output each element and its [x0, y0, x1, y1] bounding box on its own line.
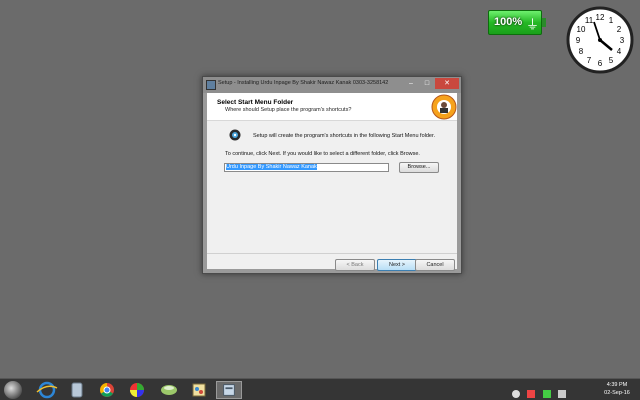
back-button[interactable]: < Back [335, 259, 375, 271]
tray-arrow-icon[interactable] [512, 390, 520, 398]
tray-security-icon[interactable] [527, 390, 536, 398]
clock-number: 8 [579, 47, 584, 56]
tray-network-icon[interactable] [558, 390, 567, 398]
setup-app-icon [206, 80, 216, 90]
internet-explorer-icon[interactable] [34, 381, 60, 399]
setup-taskbar-icon[interactable] [216, 381, 242, 399]
clock-number: 2 [617, 25, 622, 34]
clock-number: 4 [617, 47, 622, 56]
clock-number: 12 [596, 13, 605, 22]
tray-app-icon[interactable] [542, 390, 551, 398]
continue-text: To continue, click Next. If you would li… [225, 151, 420, 157]
battery-percent: 100% [494, 16, 523, 28]
system-tray [512, 385, 582, 398]
maximize-button[interactable]: □ [419, 78, 435, 89]
taskbar: 4:39 PM 02-Sep-16 [0, 378, 640, 400]
dialog-titlebar[interactable]: Setup - Installing Urdu Inpage By Shakir… [203, 77, 461, 93]
file-explorer-icon[interactable] [64, 381, 90, 399]
clock-number: 6 [598, 59, 603, 68]
minimize-button[interactable]: – [403, 78, 419, 89]
folder-input-value: Urdu Inpage By Shakir Nawaz Kanak [226, 164, 317, 170]
clock-number: 10 [577, 25, 586, 34]
clock-number: 9 [576, 36, 581, 45]
battery-gadget: 100% ⏚ [488, 10, 546, 35]
wizard-footer: < Back Next > Cancel [207, 253, 457, 271]
taskbar-date: 02-Sep-16 [604, 390, 630, 396]
clock-number: 5 [609, 56, 614, 65]
battery-tip [542, 18, 546, 27]
cancel-button[interactable]: Cancel [415, 259, 455, 271]
wizard-heading: Select Start Menu Folder [217, 99, 294, 106]
dialog-title: Setup - Installing Urdu Inpage By Shakir… [218, 80, 389, 86]
browse-button[interactable]: Browse... [399, 162, 439, 173]
clock-number: 3 [620, 36, 625, 45]
paint-icon[interactable] [186, 381, 212, 399]
clock-number: 7 [587, 56, 592, 65]
media-icon[interactable] [124, 381, 150, 399]
dialog-client: Select Start Menu Folder Where should Se… [207, 93, 457, 271]
taskbar-time: 4:39 PM [606, 382, 628, 388]
clock-number: 1 [609, 16, 614, 25]
taskbar-clock[interactable]: 4:39 PM 02-Sep-16 [600, 381, 634, 397]
clock-center [598, 38, 602, 42]
power-plug-icon: ⏚ [526, 17, 540, 32]
clock-gadget: 12 1 2 3 4 5 6 7 8 9 10 11 [566, 6, 634, 74]
setup-dialog: Setup - Installing Urdu Inpage By Shakir… [202, 76, 462, 274]
chrome-icon[interactable] [94, 381, 120, 399]
installer-logo-icon [431, 94, 457, 120]
app-icon[interactable] [156, 381, 182, 399]
wizard-header: Select Start Menu Folder Where should Se… [207, 93, 457, 121]
start-menu-folder-input[interactable]: Urdu Inpage By Shakir Nawaz Kanak [224, 163, 389, 172]
intro-text: Setup will create the program's shortcut… [253, 133, 436, 139]
start-menu-folder-icon [229, 129, 241, 141]
next-button[interactable]: Next > [377, 259, 417, 271]
wizard-subheading: Where should Setup place the program's s… [225, 107, 352, 113]
clock-number: 11 [585, 16, 594, 25]
close-button[interactable]: ✕ [435, 78, 459, 89]
start-orb-icon[interactable] [4, 381, 22, 399]
